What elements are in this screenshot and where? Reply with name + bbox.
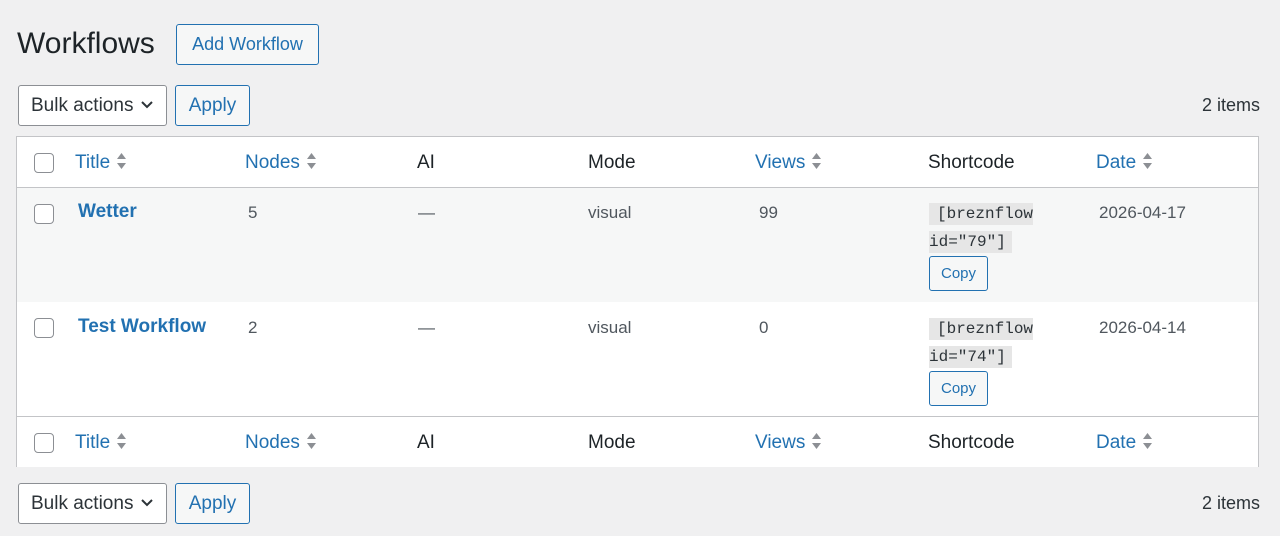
items-count-bottom: 2 items bbox=[1202, 493, 1261, 513]
workflow-title-link[interactable]: Wetter bbox=[78, 201, 137, 223]
table-row: Test Workflow 2 — visual 0 [breznflow id… bbox=[17, 302, 1258, 416]
shortcode-text-line1: [breznflow bbox=[929, 203, 1034, 225]
date-cell: 2026-04-17 bbox=[1099, 203, 1186, 222]
column-footer-nodes[interactable]: Nodes bbox=[245, 431, 317, 455]
column-footer-title[interactable]: Title bbox=[75, 431, 127, 455]
mode-cell: visual bbox=[588, 203, 632, 222]
nodes-cell: 5 bbox=[248, 203, 258, 222]
column-header-date[interactable]: Date bbox=[1096, 151, 1153, 175]
bulk-actions-label: Bulk actions bbox=[31, 492, 134, 514]
column-header-nodes[interactable]: Nodes bbox=[245, 151, 317, 175]
bulk-actions-label: Bulk actions bbox=[31, 94, 134, 116]
copy-shortcode-button[interactable]: Copy bbox=[929, 371, 988, 406]
views-cell: 0 bbox=[759, 318, 769, 337]
mode-cell: visual bbox=[588, 318, 632, 337]
items-count-top: 2 items bbox=[1202, 95, 1261, 115]
bulk-actions-select-top[interactable]: Bulk actions bbox=[18, 85, 167, 126]
table-row: Wetter 5 — visual 99 [breznflow id="79"]… bbox=[17, 188, 1258, 302]
row-checkbox[interactable] bbox=[34, 204, 54, 224]
shortcode-cell: [breznflow id="79"] bbox=[929, 200, 1034, 256]
table-header-row: Title Nodes AI Mode Views Shortcode Date bbox=[17, 137, 1258, 188]
add-workflow-button[interactable]: Add Workflow bbox=[176, 24, 319, 65]
workflow-title-link[interactable]: Test Workflow bbox=[78, 316, 206, 338]
workflows-table: Title Nodes AI Mode Views Shortcode Date… bbox=[16, 136, 1259, 467]
sort-arrows-icon bbox=[117, 432, 127, 449]
sort-arrows-icon bbox=[812, 152, 822, 169]
shortcode-text-line2: id="74"] bbox=[929, 346, 1012, 368]
workflows-page: Workflows Add Workflow Bulk actions Appl… bbox=[0, 0, 1280, 536]
ai-cell: — bbox=[418, 318, 435, 337]
select-all-checkbox-bottom[interactable] bbox=[34, 433, 54, 453]
nodes-cell: 2 bbox=[248, 318, 258, 337]
copy-shortcode-button[interactable]: Copy bbox=[929, 256, 988, 291]
column-footer-ai: AI bbox=[417, 432, 435, 453]
table-footer-row: Title Nodes AI Mode Views Shortcode Date bbox=[17, 416, 1258, 467]
views-cell: 99 bbox=[759, 203, 778, 222]
column-header-ai: AI bbox=[417, 152, 435, 173]
sort-arrows-icon bbox=[306, 432, 316, 449]
bulk-actions-select-bottom[interactable]: Bulk actions bbox=[18, 483, 167, 524]
shortcode-text-line1: [breznflow bbox=[929, 318, 1034, 340]
chevron-down-icon bbox=[141, 101, 153, 109]
sort-arrows-icon bbox=[1143, 432, 1153, 449]
sort-arrows-icon bbox=[117, 152, 127, 169]
column-header-mode: Mode bbox=[588, 152, 636, 173]
sort-arrows-icon bbox=[812, 432, 822, 449]
apply-button-bottom[interactable]: Apply bbox=[175, 483, 250, 524]
date-cell: 2026-04-14 bbox=[1099, 318, 1186, 337]
shortcode-text-line2: id="79"] bbox=[929, 231, 1012, 253]
ai-cell: — bbox=[418, 203, 435, 222]
shortcode-cell: [breznflow id="74"] bbox=[929, 315, 1034, 371]
sort-arrows-icon bbox=[306, 152, 316, 169]
sort-arrows-icon bbox=[1143, 152, 1153, 169]
row-checkbox[interactable] bbox=[34, 318, 54, 338]
select-all-checkbox[interactable] bbox=[34, 153, 54, 173]
page-title: Workflows bbox=[17, 27, 155, 60]
apply-button-top[interactable]: Apply bbox=[175, 85, 250, 126]
column-footer-views[interactable]: Views bbox=[755, 431, 822, 455]
column-header-title[interactable]: Title bbox=[75, 151, 127, 175]
chevron-down-icon bbox=[141, 499, 153, 507]
column-footer-shortcode: Shortcode bbox=[928, 432, 1015, 453]
column-header-shortcode: Shortcode bbox=[928, 152, 1015, 173]
column-footer-date[interactable]: Date bbox=[1096, 431, 1153, 455]
column-footer-mode: Mode bbox=[588, 432, 636, 453]
column-header-views[interactable]: Views bbox=[755, 151, 822, 175]
